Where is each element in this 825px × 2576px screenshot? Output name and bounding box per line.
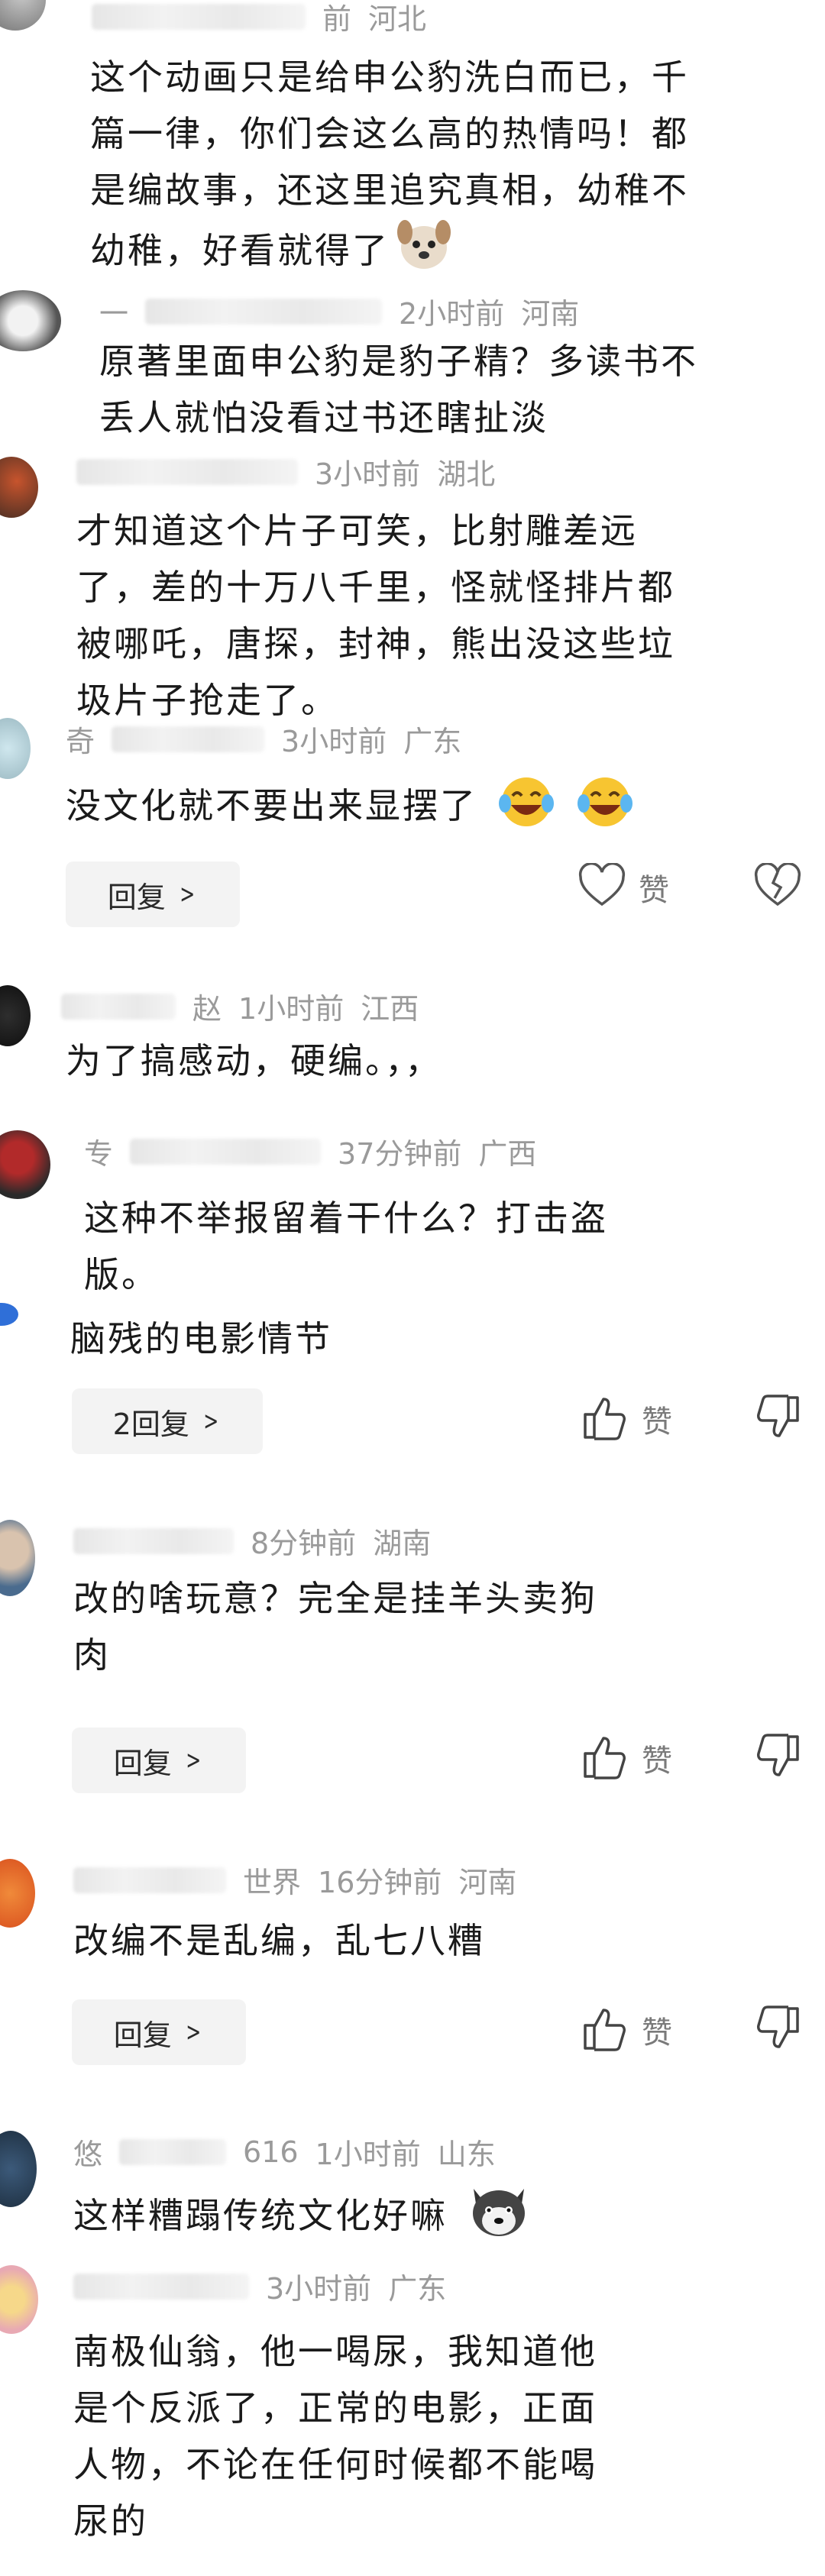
comment-meta: 奇 3小时前 广东 — [66, 718, 461, 760]
comment-meta: 悠 616 1小时前 山东 — [73, 2131, 496, 2173]
comment-text: 改的啥玩意？完全是挂羊头卖狗 肉 — [73, 1578, 597, 1676]
avatar[interactable] — [0, 1130, 50, 1199]
heart-outline-icon — [578, 862, 626, 912]
thumbs-up-icon — [581, 1734, 629, 1783]
avatar[interactable] — [0, 457, 38, 518]
comment-time: 8分钟前 — [251, 1527, 357, 1560]
comment-meta: 8分钟前 湖南 — [73, 1520, 431, 1562]
dislike-button[interactable] — [753, 862, 802, 912]
username-fragment[interactable]: 专 — [84, 1130, 113, 1172]
like-button[interactable]: 赞 — [581, 1395, 672, 1443]
like-button[interactable]: 赞 — [581, 1734, 672, 1783]
avatar[interactable] — [0, 985, 31, 1046]
comment-time: 2小时前 — [399, 297, 505, 331]
comment-location: 湖南 — [373, 1527, 432, 1560]
comment-time: 前 — [322, 2, 352, 36]
comment-meta: 赵 1小时前 江西 — [61, 985, 419, 1027]
comment-meta: 3小时前 广东 — [73, 2265, 446, 2307]
comment-location: 湖北 — [437, 457, 496, 491]
comment-text: 改编不是乱编，乱七八糟 — [73, 1920, 485, 1961]
reply-button[interactable]: 回复 > — [72, 1999, 246, 2065]
comment-meta: 3小时前 湖北 — [76, 451, 495, 493]
reply-button[interactable]: 回复 > — [72, 1728, 246, 1793]
comment-location: 江西 — [361, 992, 419, 1026]
thumbs-up-icon — [581, 1395, 629, 1443]
username-fragment[interactable]: 赵 — [192, 985, 222, 1027]
comment-location: 山东 — [437, 2138, 496, 2171]
avatar[interactable] — [0, 718, 31, 779]
comment-meta: 专 37分钟前 广西 — [84, 1130, 536, 1172]
laughing-crying-icon — [496, 773, 557, 844]
avatar[interactable] — [0, 1520, 35, 1596]
comment-time: 37分钟前 — [338, 1137, 462, 1171]
comment-time: 3小时前 — [281, 725, 387, 758]
avatar[interactable] — [0, 2265, 38, 2334]
comment-location: 广东 — [403, 725, 462, 758]
dislike-button[interactable] — [753, 1395, 802, 1443]
avatar[interactable] — [0, 1303, 18, 1326]
comment-time: 1小时前 — [238, 992, 345, 1026]
comment-time: 3小时前 — [315, 457, 421, 491]
comment-time: 3小时前 — [266, 2272, 372, 2306]
username-fragment[interactable]: 世界 — [243, 1859, 301, 1901]
username-blurred[interactable] — [61, 993, 176, 1020]
thumbs-down-icon — [753, 1395, 802, 1443]
comment-text: 这种不举报留着干什么？打击盗 版。 — [84, 1198, 608, 1295]
comment-meta: 世界 16分钟前 河南 — [73, 1859, 516, 1901]
reply-button[interactable]: 2回复 > — [72, 1388, 263, 1454]
comment-text: 没文化就不要出来显摆了 — [66, 773, 814, 844]
comment-text: 为了搞感动，硬编。，， — [66, 1040, 442, 1081]
thumbs-down-icon — [753, 2006, 802, 2054]
husky-face-icon — [466, 2181, 532, 2255]
comment-meta: 一 2小时前 河南 — [99, 290, 579, 332]
broken-heart-icon — [753, 862, 802, 912]
thumbs-down-icon — [753, 1734, 802, 1783]
username-fragment[interactable]: 一 — [99, 290, 128, 332]
comment-meta: 前 河北 — [92, 0, 426, 37]
chevron-right-icon: > — [180, 879, 195, 910]
avatar[interactable] — [0, 2131, 37, 2207]
username-blurred[interactable] — [112, 726, 265, 752]
comment-location: 河南 — [458, 1866, 517, 1899]
username-blurred[interactable] — [92, 3, 306, 30]
laughing-crying-icon — [574, 773, 636, 844]
chevron-right-icon: > — [186, 1745, 201, 1776]
username-blurred[interactable] — [76, 458, 298, 485]
username-suffix[interactable]: 616 — [243, 2135, 299, 2169]
username-fragment[interactable]: 悠 — [73, 2131, 102, 2173]
username-blurred[interactable] — [73, 2273, 249, 2300]
comment-location: 河北 — [368, 2, 427, 36]
like-button[interactable]: 赞 — [581, 2006, 672, 2054]
avatar[interactable] — [0, 290, 61, 351]
comment-location: 广西 — [478, 1137, 537, 1171]
comment-text: 脑残的电影情节 — [70, 1318, 332, 1359]
avatar[interactable] — [0, 0, 46, 31]
like-button[interactable]: 赞 — [578, 862, 669, 912]
chevron-right-icon: > — [203, 1406, 219, 1437]
username-blurred[interactable] — [145, 298, 383, 325]
comment-location: 广东 — [388, 2272, 447, 2306]
chevron-right-icon: > — [186, 2017, 201, 2048]
comment-time: 1小时前 — [315, 2138, 421, 2171]
username-blurred[interactable] — [73, 1867, 226, 1893]
username-blurred[interactable] — [73, 1527, 234, 1554]
reply-button[interactable]: 回复 > — [66, 861, 240, 927]
comment-text: 这样糟蹋传统文化好嘛 — [73, 2181, 807, 2255]
username-blurred[interactable] — [119, 2138, 227, 2165]
username-fragment[interactable]: 奇 — [66, 718, 95, 760]
dislike-button[interactable] — [753, 1734, 802, 1783]
dislike-button[interactable] — [753, 2006, 802, 2054]
comment-text: 才知道这个片子可笑，比射雕差远 了，差的十万八千里，怪就怪排片都 被哪吒，唐探，… — [76, 510, 675, 721]
comment-time: 16分钟前 — [318, 1866, 442, 1899]
comment-text: 这个动画只是给申公豹洗白而已，千 篇一律，你们会这么高的热情吗！都 是编故事，还… — [90, 49, 808, 288]
username-blurred[interactable] — [130, 1138, 322, 1165]
dog-face-icon — [394, 218, 454, 288]
comment-text: 南极仙翁，他一喝尿，我知道他 是个反派了，正常的电影，正面 人物，不论在任何时候… — [73, 2331, 597, 2542]
comment-location: 河南 — [521, 297, 580, 331]
thumbs-up-icon — [581, 2006, 629, 2054]
comment-text: 原著里面申公豹是豹子精？多读书不 丢人就怕没看过书还瞎扯淡 — [99, 341, 698, 438]
avatar[interactable] — [0, 1859, 35, 1928]
